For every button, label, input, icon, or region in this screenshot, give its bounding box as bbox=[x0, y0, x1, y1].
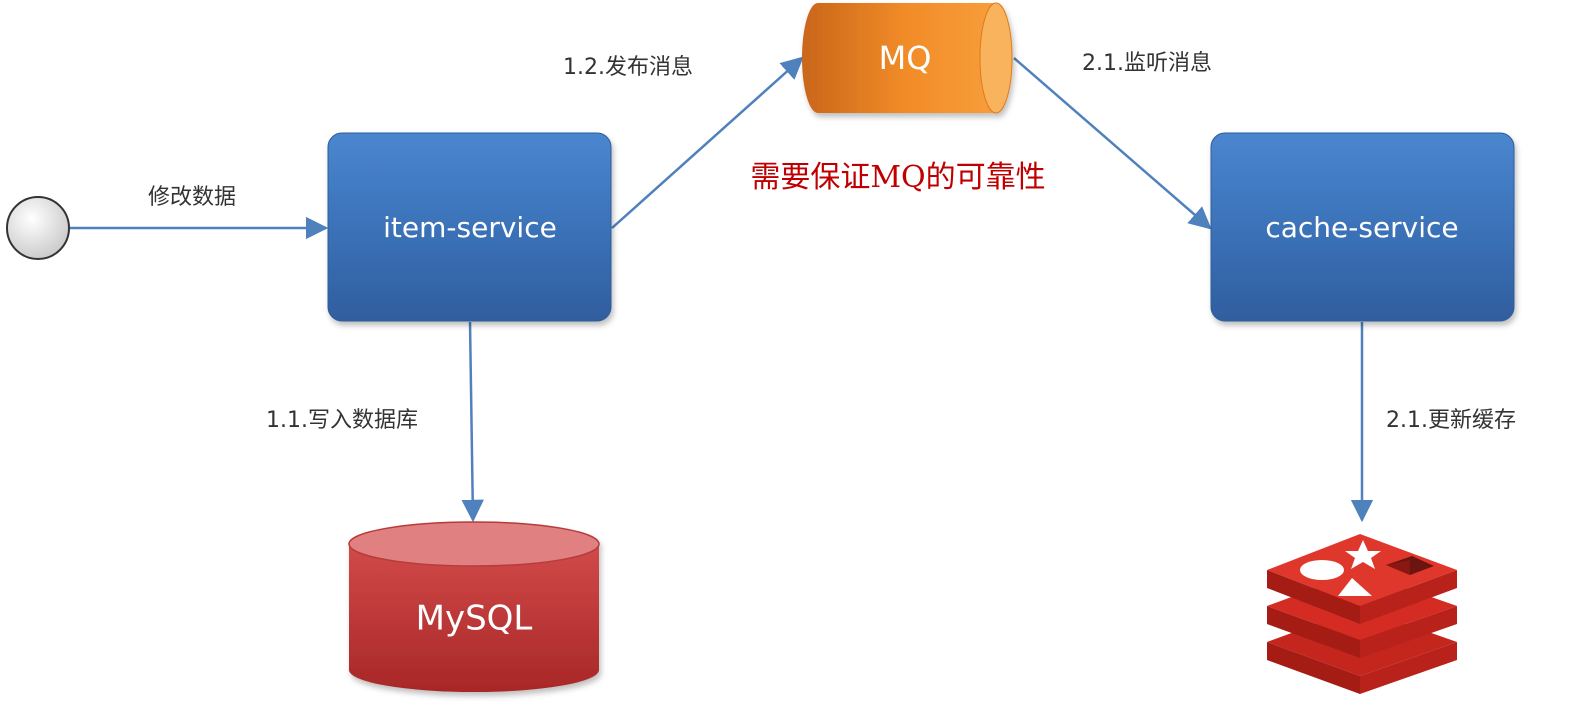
edge-label-publish: 1.2.发布消息 bbox=[563, 55, 693, 80]
edge-label-listen: 2.1.监听消息 bbox=[1082, 51, 1212, 76]
edge-label-update-cache: 2.1.更新缓存 bbox=[1386, 408, 1516, 433]
architecture-diagram: item-service cache-service MQ 需要保证MQ的可靠性… bbox=[0, 0, 1576, 709]
redis-logo-icon bbox=[1267, 534, 1457, 694]
edge-label-modify-data: 修改数据 bbox=[148, 185, 236, 210]
reliability-note: 需要保证MQ的可靠性 bbox=[750, 160, 1045, 195]
edge-write-db bbox=[461, 321, 484, 523]
item-service-label: item-service bbox=[383, 211, 557, 244]
start-node bbox=[6, 196, 70, 260]
edge-label-write-db: 1.1.写入数据库 bbox=[266, 408, 418, 433]
edge-publish bbox=[611, 56, 804, 229]
mq-label: MQ bbox=[879, 39, 932, 77]
cache-service-label: cache-service bbox=[1265, 211, 1458, 244]
diagram-svg: item-service cache-service MQ 需要保证MQ的可靠性… bbox=[6, 2, 1516, 694]
mysql-label: MySQL bbox=[416, 599, 533, 639]
edge-listen bbox=[1013, 57, 1212, 230]
